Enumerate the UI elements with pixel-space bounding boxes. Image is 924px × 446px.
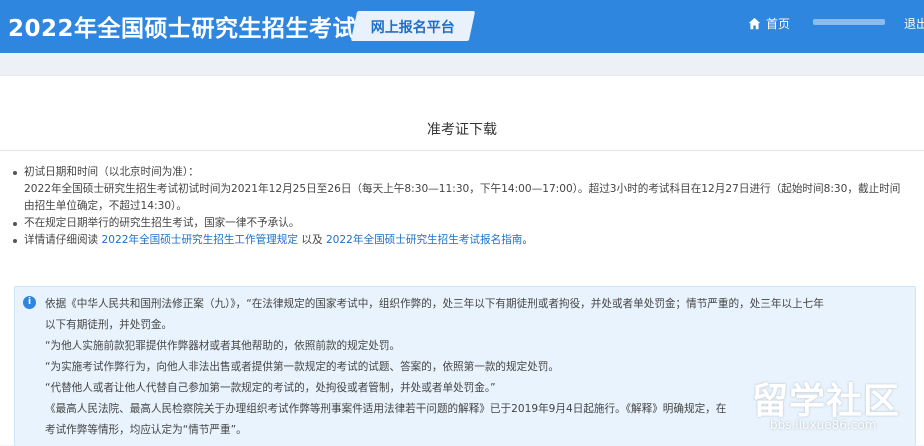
info-icon: i: [23, 296, 36, 309]
info-item-exam-time-detail: 2022年全国硕士研究生招生考试初试时间为2021年12月25日至26日（每天上…: [24, 183, 901, 195]
page-title: 准考证下载: [427, 122, 497, 138]
admission-regulations-link[interactable]: 2022年全国硕士研究生招生工作管理规定: [102, 234, 298, 246]
info-item-exam-time-detail-2: 由招生单位确定，不超过14:30）。: [24, 200, 187, 212]
watermark-url: bbs.liuxue86.com: [770, 418, 877, 432]
exam-info-list: 初试日期和时间（以北京时间为准）： 2022年全国硕士研究生招生考试初试时间为2…: [12, 164, 912, 249]
bullet-icon: [13, 222, 17, 226]
bullet-icon: [13, 239, 17, 243]
sub-nav-bar: [0, 75, 924, 103]
exam-title: 2022年全国硕士研究生招生考试: [8, 16, 357, 42]
title-divider: [0, 150, 924, 151]
info-item-recognition: 不在规定日期举行的研究生招生考试，国家一律不予承认。: [12, 215, 912, 232]
home-icon: [748, 17, 761, 30]
home-link[interactable]: 首页: [748, 15, 790, 32]
home-label: 首页: [766, 17, 791, 31]
watermark-brand: 留学社区: [752, 381, 901, 422]
top-header: 2022年全国硕士研究生招生考试 网上报名平台 首页 退出: [0, 0, 924, 53]
info-item-read-docs: 详情请仔细阅读 2022年全国硕士研究生招生工作管理规定 以及 2022年全国硕…: [12, 232, 912, 249]
info-item-exam-time: 初试日期和时间（以北京时间为准）：: [12, 164, 912, 181]
registration-guide-link[interactable]: 2022年全国硕士研究生招生考试报名指南: [326, 234, 522, 246]
site-watermark: 留学社区 bbs.liuxue86.com: [752, 372, 920, 442]
logout-link[interactable]: 退出: [904, 15, 924, 32]
platform-tag: 网上报名平台: [350, 11, 476, 41]
user-name-redacted: [813, 19, 885, 25]
breadcrumb-bar: [0, 53, 924, 75]
platform-tag-label: 网上报名平台: [370, 20, 455, 36]
bullet-icon: [13, 171, 17, 175]
